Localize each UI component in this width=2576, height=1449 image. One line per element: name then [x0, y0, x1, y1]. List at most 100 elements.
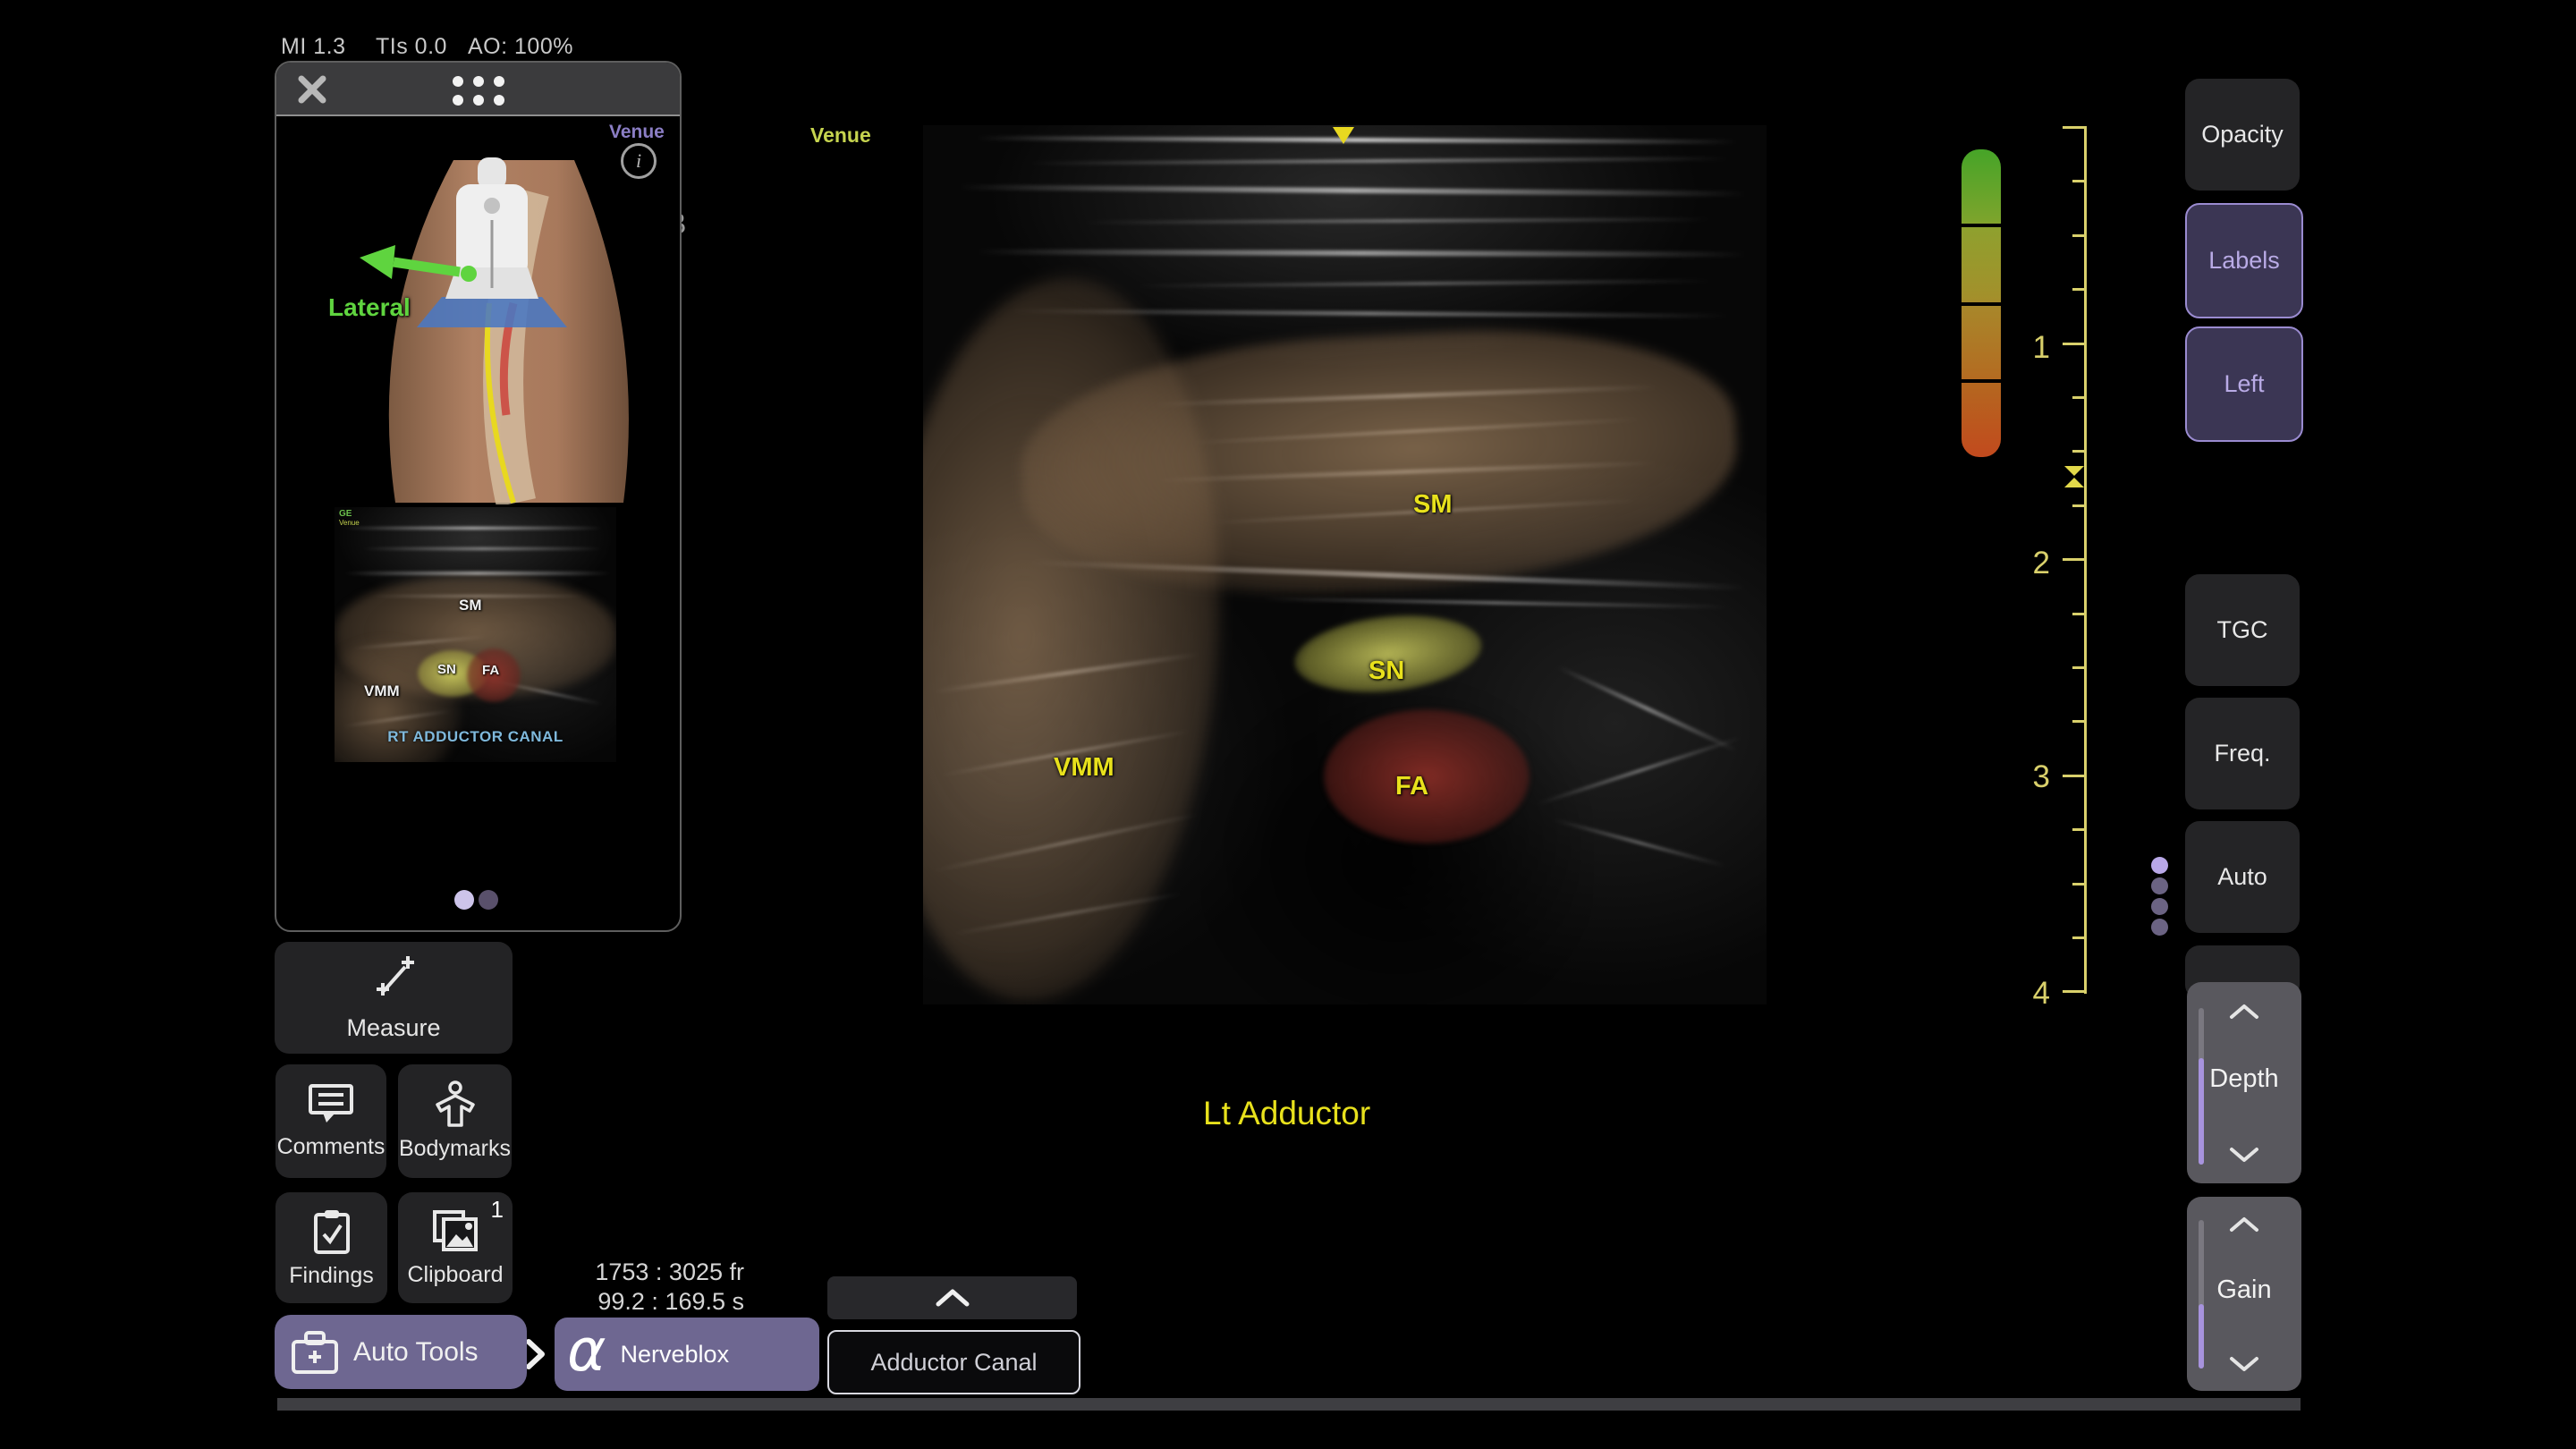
page-dot-active[interactable] — [454, 890, 474, 910]
thumb-label-fa: FA — [482, 663, 499, 678]
ruler-tick — [2072, 936, 2084, 939]
thumb-caption: RT ADDUCTOR CANAL — [335, 728, 616, 746]
ruler-label-3: 3 — [2009, 759, 2050, 795]
opacity-button[interactable]: Opacity — [2185, 79, 2300, 191]
ge-venue-logo: GE Venue — [339, 510, 360, 528]
page-dot-inactive — [2151, 877, 2168, 894]
tissue-streak — [1030, 157, 1728, 165]
left-button[interactable]: Left — [2185, 326, 2303, 442]
ruler-line — [2084, 126, 2087, 994]
gain-track-fill — [2199, 1304, 2204, 1368]
nerve-highlight-sn — [1291, 606, 1486, 700]
freq-button[interactable]: Freq. — [2185, 698, 2300, 809]
tissue-streak — [977, 136, 1737, 144]
chevron-up-icon — [2227, 1002, 2261, 1021]
caliper-icon — [366, 953, 421, 1005]
frame-count: 1753 : 3025 fr — [537, 1258, 744, 1287]
exam-annotation: Lt Adductor — [1203, 1095, 1370, 1132]
depth-up-button[interactable] — [2224, 998, 2264, 1025]
label-vmm: VMM — [1054, 753, 1114, 783]
tissue-streak — [1263, 597, 1728, 608]
gain-rocker: Gain — [2187, 1197, 2301, 1391]
depth-track-fill — [2199, 1058, 2204, 1165]
orientation-marker-icon — [1333, 127, 1354, 144]
ultrasound-image: SM SN FA VMM — [923, 125, 1767, 1004]
page-dot-inactive — [2151, 919, 2168, 936]
preset-expand-button[interactable] — [827, 1276, 1077, 1319]
tissue-streak — [343, 572, 612, 575]
chevron-down-icon — [2227, 1145, 2261, 1165]
bodymarks-button[interactable]: Bodymarks — [398, 1064, 512, 1178]
cine-counter: 1753 : 3025 fr 99.2 : 169.5 s — [537, 1258, 744, 1317]
ruler-tick — [2072, 396, 2084, 399]
ruler-tick — [2072, 666, 2084, 669]
clipboard-button[interactable]: 1 Clipboard — [398, 1192, 513, 1303]
ruler-label-4: 4 — [2009, 976, 2050, 1012]
label-fa: FA — [1395, 772, 1428, 801]
comments-button[interactable]: Comments — [275, 1064, 386, 1178]
clipboard-check-icon — [310, 1208, 353, 1254]
venue-watermark: Venue — [810, 123, 871, 148]
drag-handle-icon[interactable] — [453, 76, 504, 106]
depth-down-button[interactable] — [2224, 1141, 2264, 1168]
tissue-streak — [343, 527, 603, 530]
preset-adductor-canal-button[interactable]: Adductor Canal — [827, 1330, 1080, 1394]
tissue-streak — [977, 249, 1746, 257]
mi-value: MI 1.3 — [281, 34, 345, 60]
depth-ruler — [2057, 126, 2087, 996]
thumb-label-vmm: VMM — [364, 682, 400, 700]
chevron-up-icon — [933, 1286, 972, 1309]
bottom-strip — [277, 1398, 2301, 1411]
close-icon[interactable] — [294, 72, 330, 107]
depth-rocker: Depth — [2187, 982, 2301, 1183]
beam-shape — [417, 297, 567, 327]
auto-tools-button[interactable]: Auto Tools — [275, 1315, 527, 1389]
chevron-right-icon — [524, 1336, 547, 1372]
time-count: 99.2 : 169.5 s — [537, 1287, 744, 1317]
page-dot-active — [2151, 857, 2168, 874]
thumb-label-sn: SN — [437, 662, 456, 677]
ruler-tick — [2072, 504, 2084, 507]
screen: MI 1.3 TIs 0.0 AO: 100% B Venue i — [0, 0, 2576, 1449]
chevron-down-icon — [2227, 1354, 2261, 1374]
gain-up-button[interactable] — [2224, 1211, 2264, 1238]
ruler-tick — [2063, 343, 2084, 345]
guidance-panel: Venue i — [275, 61, 682, 932]
tissue-streak — [361, 547, 603, 550]
label-sm: SM — [1413, 490, 1453, 520]
thumb-label-sm: SM — [459, 597, 482, 614]
tissue-streak — [1084, 217, 1710, 225]
nerveblox-button[interactable]: α Nerveblox — [555, 1318, 819, 1391]
chevron-up-icon — [2227, 1215, 2261, 1234]
ruler-tick — [2072, 720, 2084, 723]
gain-down-button[interactable] — [2224, 1351, 2264, 1377]
toolbox-icon — [289, 1329, 341, 1376]
clipboard-count-badge: 1 — [491, 1196, 504, 1224]
findings-button[interactable]: Findings — [275, 1192, 387, 1303]
ao-value: AO: 100% — [468, 34, 573, 60]
page-indicator[interactable] — [454, 890, 498, 910]
ruler-tick — [2072, 288, 2084, 291]
page-dot-inactive[interactable] — [479, 890, 498, 910]
ruler-tick — [2072, 883, 2084, 886]
comment-icon — [307, 1082, 355, 1125]
labels-button[interactable]: Labels — [2185, 203, 2303, 318]
ruler-tick — [2072, 828, 2084, 831]
person-icon — [433, 1080, 478, 1127]
tissue-streak — [959, 184, 1746, 197]
orientation-dot — [461, 266, 477, 282]
ruler-tick — [2063, 775, 2084, 777]
focus-marker[interactable] — [2064, 466, 2084, 487]
confidence-colorbar — [1962, 149, 2001, 457]
auto-button[interactable]: Auto — [2185, 821, 2300, 933]
ruler-tick — [2063, 126, 2084, 129]
control-page-indicator — [2151, 857, 2168, 936]
page-dot-inactive — [2151, 898, 2168, 915]
measure-button[interactable]: Measure — [275, 942, 513, 1054]
tgc-button[interactable]: TGC — [2185, 574, 2300, 686]
label-sn: SN — [1368, 657, 1404, 686]
ruler-label-1: 1 — [2009, 330, 2050, 366]
images-icon — [431, 1208, 479, 1253]
lateral-label: Lateral — [328, 293, 411, 322]
panel-header[interactable] — [276, 63, 680, 116]
